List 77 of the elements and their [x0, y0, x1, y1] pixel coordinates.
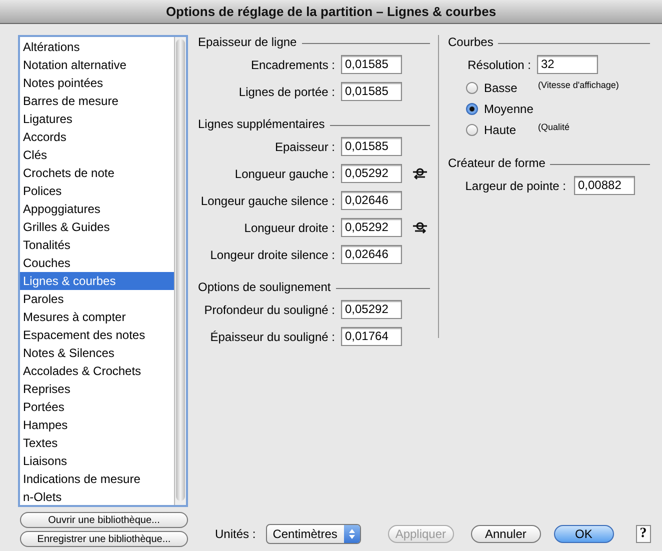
radio-note: (Vitesse d'affichage)	[538, 80, 619, 90]
window-title: Options de réglage de la partition – Lignes & courbes	[166, 4, 496, 19]
input-field[interactable]: 0,05292	[341, 164, 402, 183]
category-item[interactable]: Indications de mesure	[20, 470, 174, 488]
field-label: Longueur gauche :	[234, 166, 335, 180]
radio-button[interactable]	[466, 82, 478, 94]
input-field[interactable]: 0,01585	[341, 55, 402, 74]
category-item[interactable]: n-Olets	[20, 488, 174, 506]
field-label: Longeur droite silence :	[209, 248, 335, 262]
category-item[interactable]: Crochets de note	[20, 164, 174, 182]
field-label: Profondeur du souligné :	[203, 302, 335, 316]
field-label: Résolution :	[466, 58, 531, 72]
input-field[interactable]: 0,02646	[341, 245, 402, 264]
field-label: Largeur de pointe :	[464, 178, 566, 192]
section-title: Lignes supplémentaires	[198, 117, 325, 131]
radio-option[interactable]: Moyenne	[466, 102, 538, 116]
library-button[interactable]: Enregistrer une bibliothèque...	[20, 531, 188, 547]
input-field[interactable]: 0,01585	[341, 137, 402, 156]
library-button[interactable]: Ouvrir une bibliothèque...	[20, 512, 188, 528]
units-dropdown[interactable]: Centimètres	[266, 524, 361, 544]
category-item[interactable]: Notation alternative	[20, 56, 174, 74]
ledger-arrow-icon[interactable]	[412, 220, 428, 234]
category-item[interactable]: Portées	[20, 398, 174, 416]
up-down-arrows-icon[interactable]	[348, 528, 356, 540]
category-item[interactable]: Altérations	[20, 38, 174, 56]
input-field[interactable]: 0,00882	[574, 176, 635, 195]
scrollbar[interactable]	[174, 37, 186, 505]
category-item[interactable]: Liaisons	[20, 452, 174, 470]
category-item[interactable]: Textes	[20, 434, 174, 452]
category-item[interactable]: Paroles	[20, 290, 174, 308]
input-field[interactable]: 0,01585	[341, 82, 402, 101]
input-field[interactable]: 0,05292	[341, 300, 402, 319]
radio-label: Basse	[484, 81, 518, 95]
input-field[interactable]: 32	[537, 55, 598, 74]
input-field[interactable]: 0,05292	[341, 218, 402, 237]
dialog-button[interactable]: OK	[554, 525, 614, 543]
category-item[interactable]: Accolades & Crochets	[20, 362, 174, 380]
units-label: Unités :	[215, 527, 256, 541]
category-item[interactable]: Accords	[20, 128, 174, 146]
field-label: Epaisseur :	[274, 140, 335, 154]
category-item[interactable]: Reprises	[20, 380, 174, 398]
category-item[interactable]: Notes pointées	[20, 74, 174, 92]
radio-button[interactable]	[466, 103, 478, 115]
ledger-arrow-icon[interactable]	[412, 166, 428, 180]
dialog-button[interactable]: Annuler	[470, 525, 541, 543]
category-item[interactable]: Lignes & courbes	[20, 272, 174, 290]
radio-label: Haute	[484, 123, 516, 137]
radio-button[interactable]	[466, 124, 478, 136]
field-label: Encadrements :	[250, 58, 335, 72]
radio-label: Moyenne	[484, 102, 534, 116]
radio-option[interactable]: Haute	[466, 123, 538, 137]
input-field[interactable]: 0,02646	[341, 191, 402, 210]
section-title: Créateur de forme	[448, 156, 546, 170]
section-title: Epaisseur de ligne	[198, 35, 297, 49]
category-item[interactable]: Espacement des notes	[20, 326, 174, 344]
scroll-thumb[interactable]	[176, 39, 185, 501]
input-field[interactable]: 0,01764	[341, 327, 402, 346]
field-label: Lignes de portée :	[238, 84, 335, 98]
field-label: Longeur gauche silence :	[200, 194, 335, 208]
category-item[interactable]: Polices	[20, 182, 174, 200]
field-label: Épaisseur du souligné :	[209, 330, 335, 344]
category-item[interactable]: Notes & Silences	[20, 344, 174, 362]
category-item[interactable]: Appoggiatures	[20, 200, 174, 218]
radio-note: (Qualité	[538, 122, 570, 132]
category-item[interactable]: Mesures à compter	[20, 308, 174, 326]
category-item[interactable]: Ligatures	[20, 110, 174, 128]
category-item[interactable]: Clés	[20, 146, 174, 164]
section-title: Options de soulignement	[198, 280, 331, 294]
category-item[interactable]: Barres de mesure	[20, 92, 174, 110]
category-item[interactable]: Couches	[20, 254, 174, 272]
help-button[interactable]: ?	[636, 525, 651, 543]
category-item[interactable]: Tonalités	[20, 236, 174, 254]
field-label: Longueur droite :	[243, 220, 335, 234]
section-title: Courbes	[448, 35, 494, 49]
category-item[interactable]: Grilles & Guides	[20, 218, 174, 236]
category-item[interactable]: Hampes	[20, 416, 174, 434]
radio-option[interactable]: Basse	[466, 81, 538, 95]
